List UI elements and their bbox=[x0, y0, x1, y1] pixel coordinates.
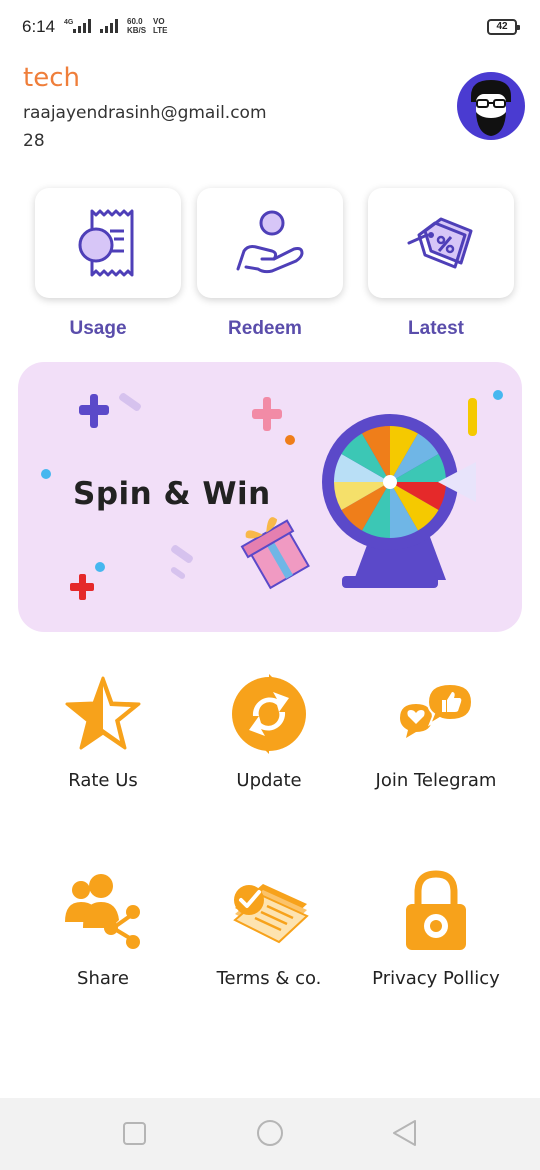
share-item[interactable]: Share bbox=[18, 870, 188, 989]
home-circle-icon[interactable] bbox=[257, 1120, 283, 1146]
share-users-icon bbox=[65, 874, 140, 949]
usage-card[interactable] bbox=[35, 188, 181, 298]
recents-square-icon[interactable] bbox=[123, 1122, 146, 1145]
join-telegram-label: Join Telegram bbox=[375, 770, 497, 791]
status-bar: 6:14 4G 60.0 KB/S VO LTE 42 bbox=[0, 0, 540, 56]
rate-us-item[interactable]: Rate Us bbox=[18, 672, 188, 791]
redeem-label[interactable]: Redeem bbox=[197, 318, 333, 340]
terms-label: Terms & co. bbox=[216, 968, 322, 989]
profile-email: raajayendrasinh@gmail.com bbox=[23, 103, 267, 123]
latest-label[interactable]: Latest bbox=[368, 318, 504, 340]
system-nav-bar bbox=[0, 1098, 540, 1170]
network-speed-unit: KB/S bbox=[127, 26, 147, 35]
spin-win-banner[interactable]: Spin & Win bbox=[18, 362, 522, 632]
gift-box-icon bbox=[240, 517, 310, 590]
hand-coin-icon bbox=[236, 210, 304, 274]
refresh-icon bbox=[232, 674, 306, 754]
nav-buttons bbox=[123, 1120, 416, 1146]
usage-label[interactable]: Usage bbox=[35, 318, 161, 340]
volte-label-bottom: LTE bbox=[153, 26, 168, 35]
status-time: 6:14 bbox=[22, 17, 56, 36]
bearded-man-avatar-icon bbox=[471, 80, 511, 136]
volte-label-top: VO bbox=[153, 17, 165, 26]
privacy-policy-item[interactable]: Privacy Pollicy bbox=[351, 870, 521, 989]
back-triangle-icon[interactable] bbox=[393, 1120, 416, 1146]
privacy-policy-label: Privacy Pollicy bbox=[372, 968, 500, 989]
avatar[interactable] bbox=[457, 72, 525, 140]
prize-wheel-icon bbox=[322, 414, 476, 550]
profile-age: 28 bbox=[23, 131, 45, 151]
chat-bubbles-icon bbox=[400, 682, 474, 738]
battery-indicator: 42 bbox=[487, 19, 520, 35]
document-check-icon bbox=[233, 884, 309, 944]
banner-title: Spin & Win bbox=[73, 476, 271, 512]
join-telegram-item[interactable]: Join Telegram bbox=[351, 672, 521, 791]
latest-card[interactable] bbox=[368, 188, 514, 298]
receipt-coin-icon bbox=[78, 209, 134, 277]
redeem-card[interactable] bbox=[197, 188, 343, 298]
profile-name: tech bbox=[23, 63, 80, 93]
update-label: Update bbox=[236, 770, 302, 791]
star-icon bbox=[65, 676, 141, 750]
network-type-label: 4G bbox=[64, 19, 74, 26]
plus-decoration-icon bbox=[79, 394, 109, 428]
rate-us-label: Rate Us bbox=[68, 770, 138, 791]
network-speed-value: 60.0 bbox=[127, 17, 143, 26]
discount-tag-icon bbox=[407, 217, 473, 269]
padlock-icon bbox=[406, 870, 466, 950]
share-label: Share bbox=[77, 968, 129, 989]
update-item[interactable]: Update bbox=[184, 672, 354, 791]
terms-item[interactable]: Terms & co. bbox=[184, 870, 354, 989]
